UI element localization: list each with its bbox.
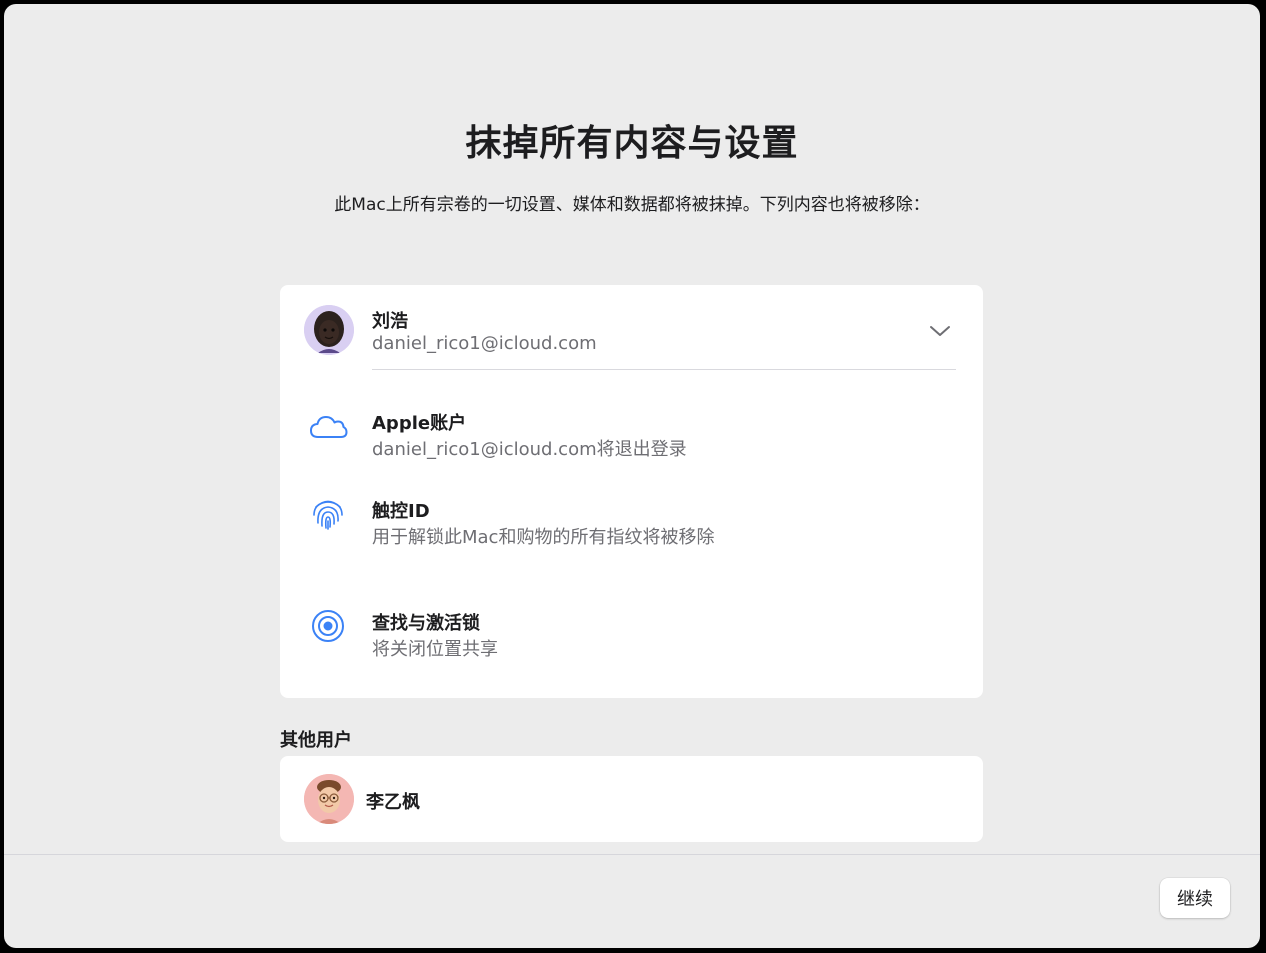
apple-account-desc: daniel_rico1@icloud.com将退出登录 xyxy=(372,439,687,460)
touch-id-icon xyxy=(308,493,348,533)
memoji-avatar-glasses-icon xyxy=(304,774,354,824)
other-users-card: 李乙枫 xyxy=(280,756,983,842)
primary-user-name: 刘浩 xyxy=(372,311,408,332)
other-user-avatar xyxy=(304,774,354,824)
erase-assistant-window: 抹掉所有内容与设置 此Mac上所有宗卷的一切设置、媒体和数据都将被抹掉。下列内容… xyxy=(4,4,1260,948)
find-my-title: 查找与激活锁 xyxy=(372,613,480,634)
footer-divider xyxy=(4,854,1260,855)
erase-details-card: 刘浩 daniel_rico1@icloud.com Apple账户 danie… xyxy=(280,285,983,698)
touch-id-title: 触控ID xyxy=(372,501,430,522)
page-title: 抹掉所有内容与设置 xyxy=(465,123,799,164)
apple-account-title: Apple账户 xyxy=(372,413,467,434)
icloud-icon xyxy=(308,407,348,447)
user-divider xyxy=(372,369,956,370)
page-subtitle: 此Mac上所有宗卷的一切设置、媒体和数据都将被抹掉。下列内容也将被移除： xyxy=(334,195,930,215)
find-my-desc: 将关闭位置共享 xyxy=(372,639,498,660)
continue-button[interactable]: 继续 xyxy=(1160,878,1230,918)
touch-id-desc: 用于解锁此Mac和购物的所有指纹将被移除 xyxy=(372,527,715,548)
chevron-down-icon[interactable] xyxy=(928,319,952,343)
other-users-label: 其他用户 xyxy=(280,730,352,751)
primary-user-email: daniel_rico1@icloud.com xyxy=(372,333,597,354)
find-my-icon xyxy=(308,606,348,646)
other-user-name[interactable]: 李乙枫 xyxy=(366,788,420,814)
memoji-avatar-dark-icon xyxy=(304,305,354,355)
primary-user-avatar xyxy=(304,305,354,355)
